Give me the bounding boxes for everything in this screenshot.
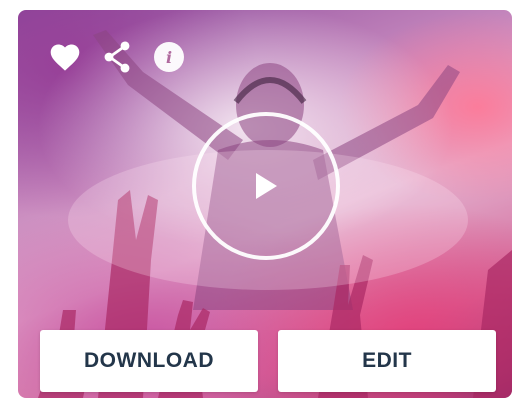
download-button[interactable]: DOWNLOAD: [40, 330, 258, 392]
favorite-button[interactable]: [48, 40, 82, 74]
info-button[interactable]: i: [152, 40, 186, 74]
share-button[interactable]: [100, 40, 134, 74]
edit-button[interactable]: EDIT: [278, 330, 496, 392]
media-card[interactable]: i DOWNLOAD EDIT: [18, 10, 512, 398]
play-icon: [256, 173, 277, 199]
info-icon: i: [154, 42, 184, 72]
info-glyph: i: [165, 47, 173, 67]
play-button[interactable]: [192, 112, 340, 260]
share-icon: [104, 41, 130, 73]
heart-icon: [50, 44, 80, 71]
